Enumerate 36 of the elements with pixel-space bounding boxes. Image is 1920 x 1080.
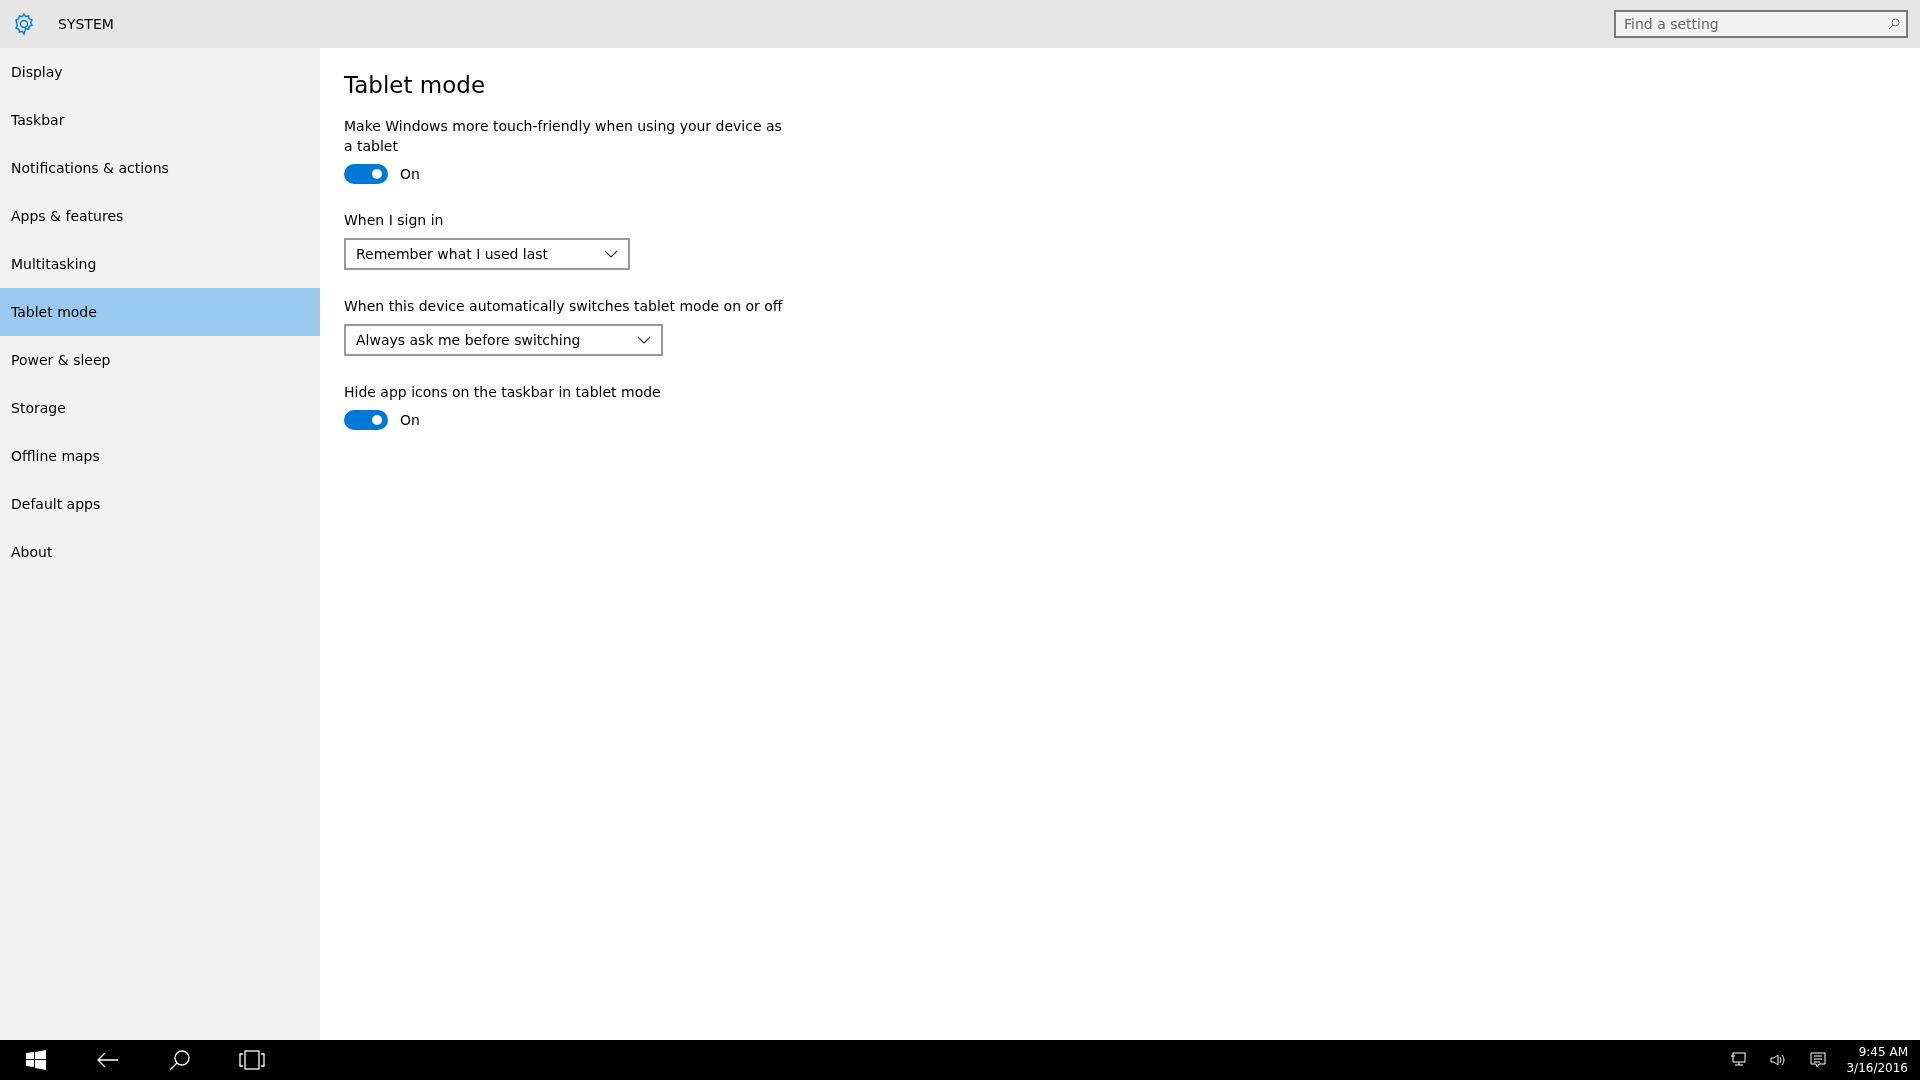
sidebar-item[interactable]: Multitasking: [0, 240, 320, 288]
sidebar-item[interactable]: Apps & features: [0, 192, 320, 240]
search-icon: [1888, 18, 1900, 30]
window-title: SYSTEM: [58, 16, 115, 32]
search-field[interactable]: Find a setting: [1614, 10, 1908, 38]
sidebar-item[interactable]: Display: [0, 48, 320, 96]
sidebar-item[interactable]: About: [0, 528, 320, 576]
sidebar-item[interactable]: Default apps: [0, 480, 320, 528]
gear-icon: [12, 12, 36, 36]
sidebar-item[interactable]: Tablet mode: [0, 288, 320, 336]
back-arrow-icon: [97, 1052, 119, 1068]
clock[interactable]: 9:45 AM 3/16/2016: [1838, 1044, 1920, 1076]
message-icon: [1810, 1052, 1827, 1068]
sidebar-item[interactable]: Taskbar: [0, 96, 320, 144]
setting-label: When this device automatically switches tablet mode on or off: [344, 297, 784, 316]
toggle-state: On: [400, 412, 420, 428]
setting-label: Make Windows more touch-friendly when using your device as a tablet: [344, 117, 783, 156]
sidebar-item[interactable]: Notifications & actions: [0, 144, 320, 192]
setting-label: Hide app icons on the taskbar in tablet mode: [344, 383, 662, 402]
sidebar-item[interactable]: Storage: [0, 384, 320, 432]
dropdown[interactable]: Remember what I used last: [344, 238, 631, 270]
search-icon: [169, 1049, 191, 1071]
windows-logo-icon: [26, 1050, 46, 1070]
toggle-switch[interactable]: [344, 410, 388, 430]
dropdown[interactable]: Always ask me before switching: [344, 324, 663, 356]
monitor-icon: [1730, 1052, 1747, 1068]
sidebar-item[interactable]: Power & sleep: [0, 336, 320, 384]
setting-label: When I sign in: [344, 211, 445, 230]
chevron-icon: [636, 336, 651, 344]
task-view-icon: [239, 1050, 265, 1070]
toggle-state: On: [400, 166, 420, 182]
speaker-icon: [1770, 1052, 1787, 1068]
page-title: Tablet mode: [344, 72, 487, 98]
chevron-icon: [604, 250, 619, 258]
toggle-switch[interactable]: [344, 164, 388, 184]
sidebar-item[interactable]: Offline maps: [0, 432, 320, 480]
